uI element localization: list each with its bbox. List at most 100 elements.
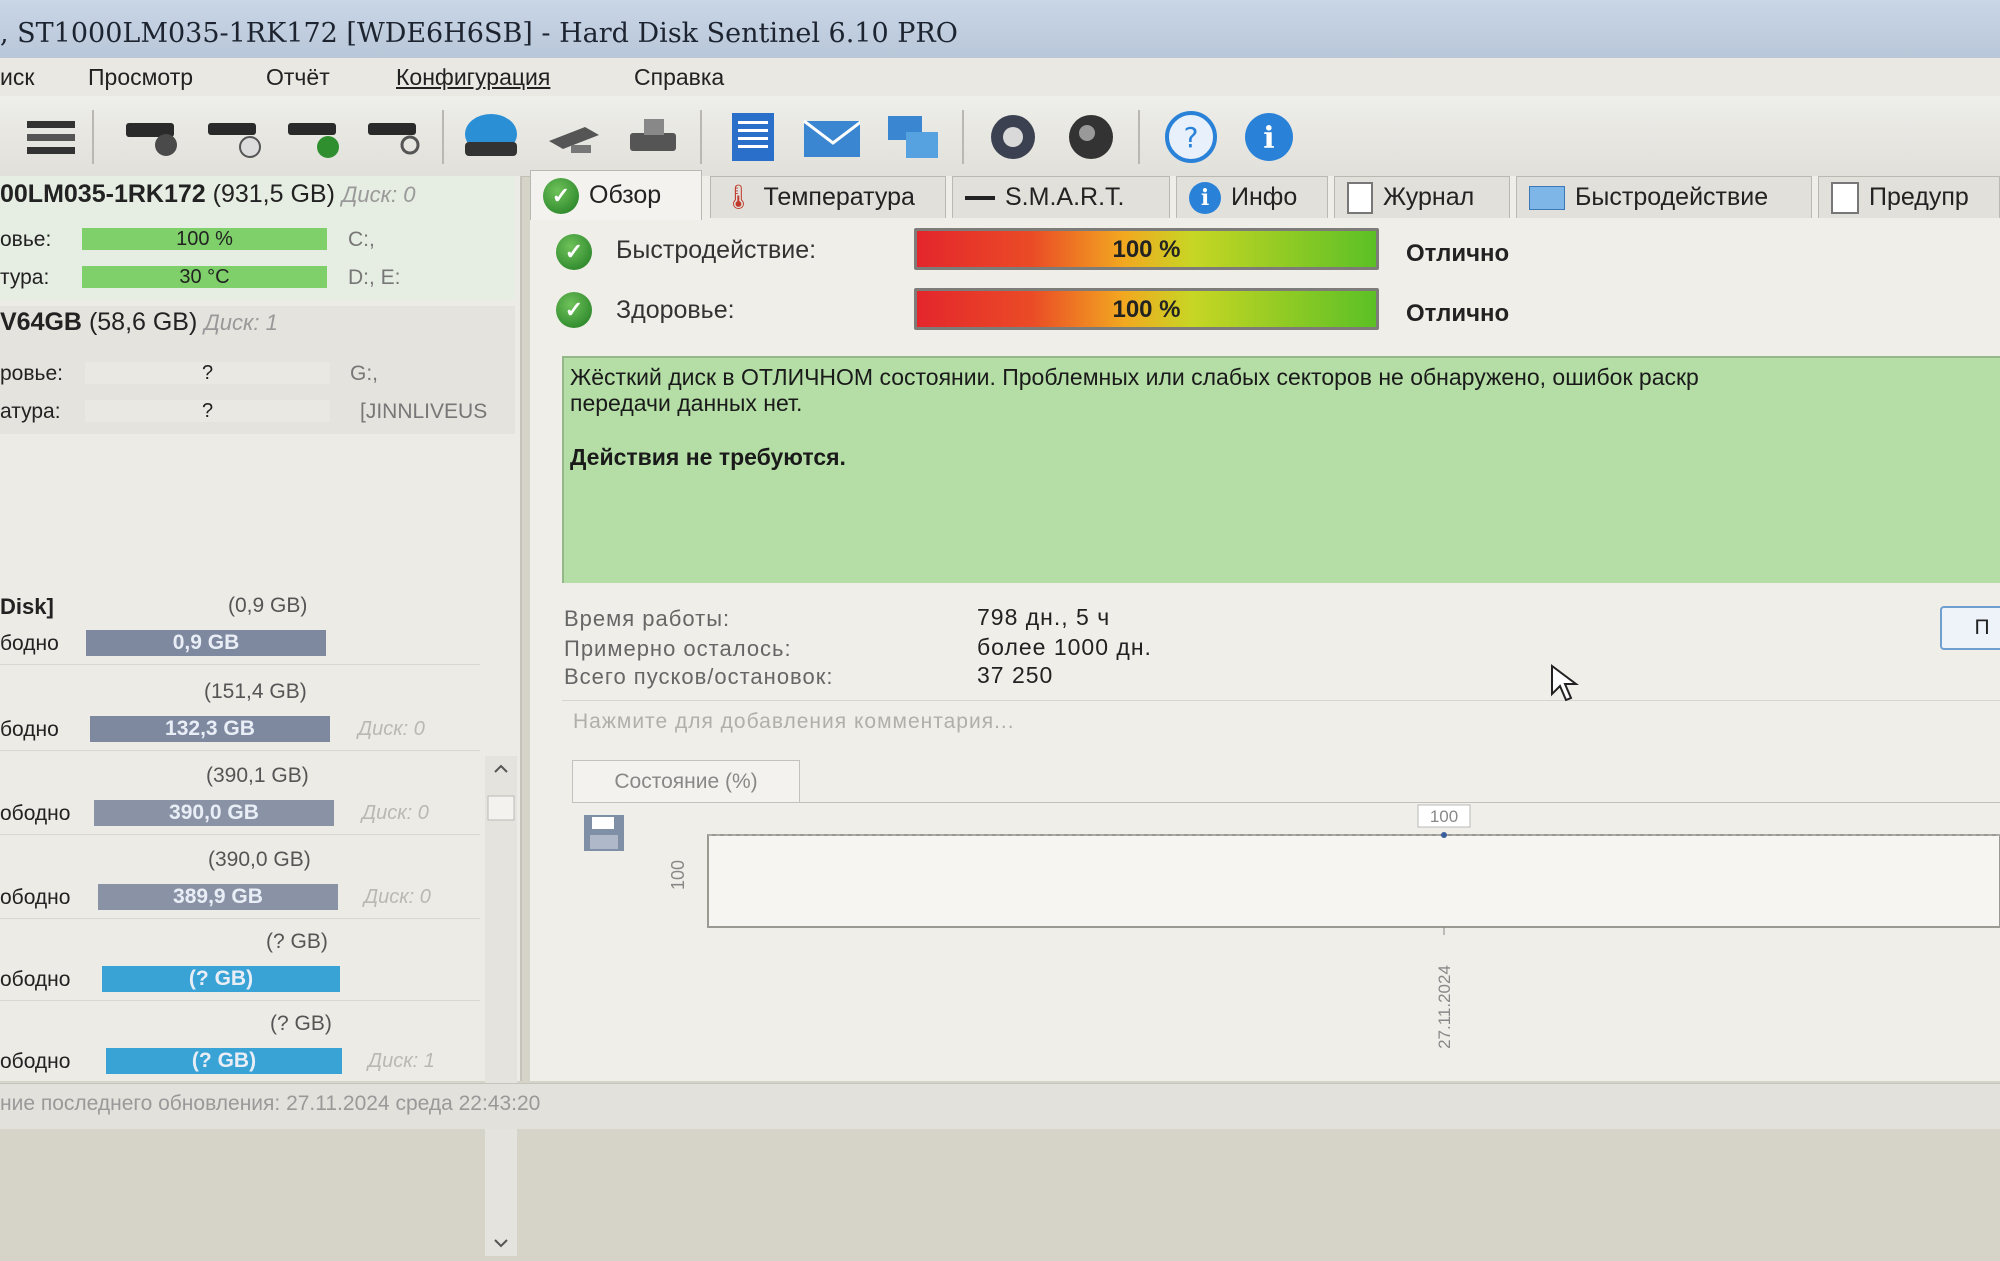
satellite-icon[interactable]	[545, 108, 603, 166]
temperature-bar: 30 °C	[82, 266, 327, 288]
menu-disk[interactable]: иск	[0, 64, 34, 91]
disk-entry-0[interactable]: 00LM035-1RK172 (931,5 GB) Диск: 0 овье: …	[0, 176, 515, 300]
volume-free-label: ободно	[0, 802, 71, 825]
y-tick-label: 100	[668, 860, 688, 890]
health-bar: ?	[85, 362, 330, 384]
disk-check-icon[interactable]	[286, 108, 344, 166]
info-icon[interactable]: i	[1240, 108, 1298, 166]
temperature-label: атура:	[0, 400, 61, 423]
status-message-box: Жёсткий диск в ОТЛИЧНОМ состоянии. Пробл…	[562, 356, 2000, 583]
volume-free-label: бодно	[0, 718, 59, 741]
uptime-label: Время работы:	[564, 606, 731, 631]
volume-size: (390,0 GB)	[208, 848, 311, 871]
copy-icon	[1831, 181, 1859, 214]
state-chart-panel: 100 100 27.11.2024	[572, 802, 2000, 1053]
volume-item[interactable]: (390,0 GB) ободно 389,9 GB Диск: 0	[0, 836, 480, 919]
info-icon: i	[1189, 181, 1221, 214]
menu-help[interactable]: Справка	[634, 64, 724, 91]
disk-search-icon[interactable]	[366, 108, 424, 166]
volume-free-bar: (? GB)	[106, 1048, 342, 1074]
mail-icon[interactable]	[802, 108, 860, 166]
printer-icon[interactable]	[624, 108, 682, 166]
tab-log[interactable]: Журнал	[1334, 176, 1510, 218]
uptime-value: 798 дн., 5 ч	[977, 604, 1111, 630]
drive-letters: C:,	[348, 228, 375, 251]
volume-free-label: ободно	[0, 886, 71, 909]
disk-schedule-icon[interactable]	[206, 108, 264, 166]
settings-icon[interactable]	[984, 108, 1042, 166]
svg-text:i: i	[1263, 121, 1274, 156]
volume-free-bar: 389,9 GB	[98, 884, 338, 910]
performance-value: 100 %	[1112, 236, 1181, 263]
menu-view[interactable]: Просмотр	[88, 64, 193, 91]
volume-item[interactable]: (? GB) ободно (? GB)	[0, 918, 480, 1001]
volume-item[interactable]: (? GB) ободно (? GB) Диск: 1	[0, 1000, 480, 1083]
disk-sound-icon[interactable]	[1062, 108, 1120, 166]
temperature-value: 30 °C	[179, 266, 230, 288]
health-label: Здоровье:	[616, 296, 735, 324]
thermometer-icon: 🌡	[723, 184, 754, 211]
network-icon[interactable]	[884, 108, 942, 166]
volume-item[interactable]: (390,1 GB) ободно 390,0 GB Диск: 0	[0, 752, 480, 835]
tab-label: Быстродействие	[1575, 183, 1769, 211]
volume-scrollbar[interactable]	[485, 756, 517, 1256]
status-message-cont: передачи данных нет.	[570, 390, 803, 416]
volume-item[interactable]: (151,4 GB) бодно 132,3 GB Диск: 0	[0, 668, 480, 751]
volume-free-bar: (? GB)	[102, 966, 340, 992]
health-bar: 100 %	[914, 288, 1379, 330]
status-bar: ние последнего обновления: 27.11.2024 ср…	[0, 1083, 2000, 1129]
health-value: 100 %	[1112, 296, 1181, 323]
starts-label: Всего пусков/остановок:	[564, 664, 834, 689]
action-message: Действия не требуются.	[570, 444, 846, 470]
globe-icon[interactable]	[462, 108, 520, 166]
comment-field[interactable]: Нажмите для добавления комментария...	[573, 710, 1015, 734]
volume-disk: Диск: 0	[364, 886, 431, 908]
dash-icon	[965, 195, 995, 200]
remaining-value: более 1000 дн.	[977, 634, 1152, 660]
disk-name: 00LM035-1RK172	[0, 180, 206, 208]
tab-smart[interactable]: S.M.A.R.T.	[952, 176, 1170, 218]
help-icon[interactable]: ?	[1162, 108, 1220, 166]
menu-report[interactable]: Отчёт	[266, 64, 330, 91]
disk-refresh-icon[interactable]	[124, 108, 182, 166]
performance-icon	[1529, 185, 1565, 210]
health-row: ✓ Здоровье: 100 % Отлично	[556, 288, 2000, 338]
tab-overview[interactable]: ✓ Обзор	[530, 170, 702, 220]
disk-number: Диск: 1	[204, 310, 278, 335]
health-value: 100 %	[176, 228, 233, 250]
volume-free-bar: 132,3 GB	[90, 716, 330, 742]
disk-title: V64GB (58,6 GB) Диск: 1	[0, 308, 278, 350]
volume-free-label: бодно	[0, 632, 59, 655]
check-icon: ✓	[556, 292, 592, 328]
report-icon[interactable]	[724, 108, 782, 166]
volume-item[interactable]: Disk] (0,9 GB) бодно 0,9 GB	[0, 582, 480, 665]
volume-free-bar: 390,0 GB	[94, 800, 334, 826]
volume-free-bar: 0,9 GB	[86, 630, 326, 656]
disk-size: (931,5 GB)	[212, 180, 335, 208]
menu-icon[interactable]	[22, 108, 80, 166]
volume-free-label: ободно	[0, 1050, 71, 1073]
tab-temperature[interactable]: 🌡 Температура	[710, 176, 946, 218]
menu-bar: иск Просмотр Отчёт Конфигурация Справка	[0, 58, 2000, 96]
tab-label: Температура	[763, 183, 915, 211]
mouse-cursor-icon	[1551, 664, 1579, 702]
tab-performance[interactable]: Быстродействие	[1516, 176, 1812, 218]
data-label: 100	[1430, 807, 1458, 826]
performance-bar: 100 %	[914, 228, 1379, 270]
tab-state-percent[interactable]: Состояние (%)	[572, 760, 800, 803]
side-button[interactable]: П	[1940, 606, 2000, 650]
disk-entry-1[interactable]: V64GB (58,6 GB) Диск: 1 ровье: ? G:, ату…	[0, 306, 515, 434]
menu-configuration[interactable]: Конфигурация	[396, 64, 550, 91]
check-icon: ✓	[543, 177, 579, 214]
data-point	[1441, 832, 1447, 838]
tab-info[interactable]: i Инфо	[1176, 176, 1328, 218]
divider	[562, 700, 2000, 701]
tab-warnings[interactable]: Предупр	[1818, 176, 2000, 218]
volume-size: (151,4 GB)	[204, 680, 307, 703]
volume-disk: Диск: 1	[368, 1050, 435, 1072]
health-value: ?	[201, 362, 214, 384]
toolbar: ? i	[0, 96, 2000, 177]
drive-letters-2: D:, E:	[348, 266, 401, 289]
document-icon	[1347, 181, 1373, 214]
x-tick-label: 27.11.2024	[1435, 965, 1454, 1049]
